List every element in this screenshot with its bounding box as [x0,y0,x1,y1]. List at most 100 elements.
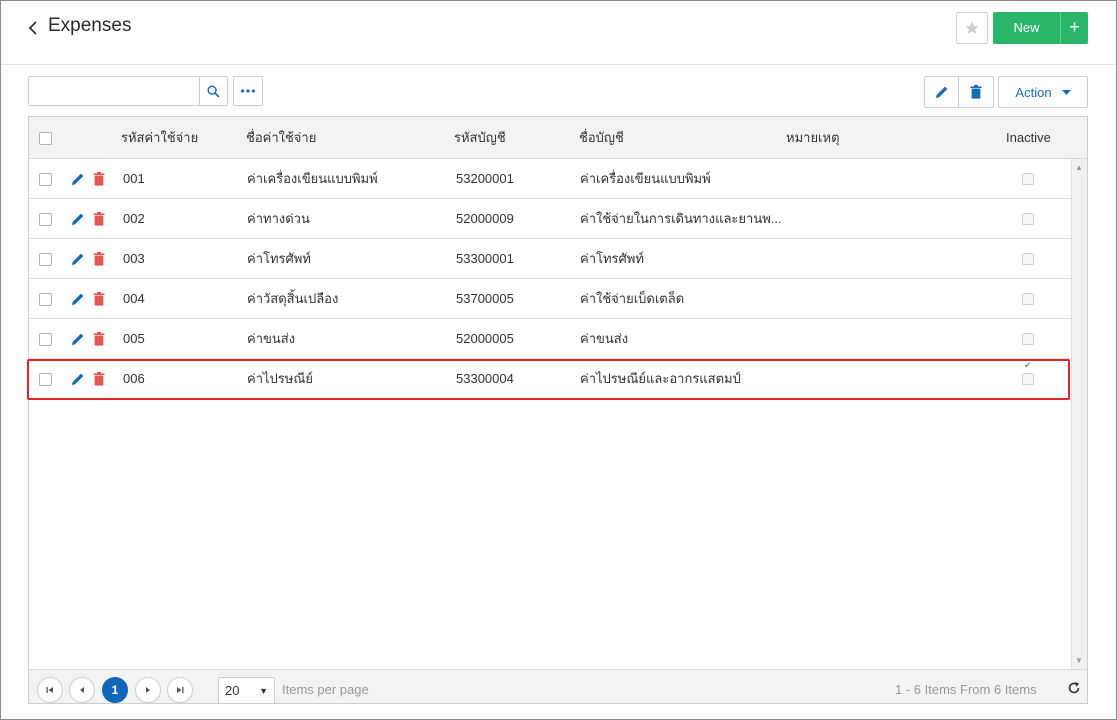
last-page-button[interactable] [167,677,193,703]
cell-name: ค่าทางด่วน [247,211,310,226]
table-row[interactable]: 004 ค่าวัสดุสิ้นเปลือง 53700005 ค่าใช้จ่… [29,279,1071,319]
pencil-icon[interactable] [71,292,85,306]
cell-account-code: 52000009 [456,211,514,226]
pager: 1 20 ▼ Items per page 1 - 6 Items From 6… [29,669,1087,704]
vertical-scrollbar[interactable]: ▲ ▼ [1071,159,1087,669]
scroll-up-arrow[interactable]: ▲ [1075,163,1083,172]
prev-page-button[interactable] [69,677,95,703]
table-row[interactable]: 001 ค่าเครื่องเขียนแบบพิมพ์ 53200001 ค่า… [29,159,1071,199]
pencil-icon[interactable] [71,212,85,226]
trash-icon[interactable] [93,292,105,306]
cell-code: 002 [123,211,145,226]
cell-code: 001 [123,171,145,186]
grid-header: รหัสค่าใช้จ่าย ชื่อค่าใช้จ่าย รหัสบัญชี … [29,117,1087,159]
column-header-account-code[interactable]: รหัสบัญชี [454,117,506,159]
trash-icon [970,85,982,99]
star-icon [965,21,979,34]
favorite-button[interactable] [956,12,988,44]
cell-account-code: 52000005 [456,331,514,346]
cell-name: ค่าโทรศัพท์ [247,251,311,266]
cell-name: ค่าเครื่องเขียนแบบพิมพ์ [247,171,378,186]
action-label: Action [1015,84,1052,100]
cell-code: 004 [123,291,145,306]
cell-account-code: 53200001 [456,171,514,186]
cell-name: ค่าไปรษณีย์ [247,371,314,386]
cell-account-name: ค่าไปรษณีย์และอากรแสตมป์ [580,371,741,386]
table-row[interactable]: 006 ค่าไปรษณีย์ 53300004 ค่าไปรษณีย์และอ… [29,359,1071,399]
search-box [28,76,228,106]
cell-account-code: 53300001 [456,251,514,266]
edit-button[interactable] [924,76,959,108]
prev-page-icon [80,687,84,693]
cell-account-name: ค่าใช้จ่ายในการเดินทางและยานพ... [580,211,782,226]
column-header-inactive[interactable]: Inactive [1006,117,1051,159]
table-row[interactable]: 002 ค่าทางด่วน 52000009 ค่าใช้จ่ายในการเ… [29,199,1071,239]
first-page-icon [46,687,53,693]
page-size-select[interactable]: 20 ▼ [218,677,275,704]
table-row[interactable]: 005 ค่าขนส่ง 52000005 ค่าขนส่ง [29,319,1071,359]
caret-down-icon [1061,89,1071,95]
trash-icon[interactable] [93,332,105,346]
more-icon [240,89,256,93]
search-input[interactable] [29,77,199,105]
row-checkbox[interactable] [39,253,52,266]
new-dropdown-plus[interactable]: + [1061,12,1088,44]
cell-account-code: 53300004 [456,371,514,386]
trash-icon[interactable] [93,372,105,386]
refresh-icon[interactable] [1067,681,1081,695]
new-button-label[interactable]: New [993,12,1061,44]
search-icon [207,84,220,97]
cell-name: ค่าวัสดุสิ้นเปลือง [247,291,339,306]
cell-account-name: ค่าใช้จ่ายเบ็ดเตล็ด [580,291,685,306]
cell-account-code: 53700005 [456,291,514,306]
trash-icon[interactable] [93,252,105,266]
cell-code: 005 [123,331,145,346]
cell-code: 006 [123,371,145,386]
cell-account-name: ค่าขนส่ง [580,331,629,346]
search-button[interactable] [199,77,227,105]
select-all-checkbox[interactable] [39,132,52,145]
cell-account-name: ค่าโทรศัพท์ [580,251,644,266]
column-header-note[interactable]: หมายเหตุ [786,117,840,159]
cell-code: 003 [123,251,145,266]
pencil-icon[interactable] [71,372,85,386]
delete-button[interactable] [958,76,994,108]
trash-icon[interactable] [93,172,105,186]
back-chevron-icon[interactable] [25,19,41,37]
page-number-button[interactable]: 1 [102,677,128,703]
cell-account-name: ค่าเครื่องเขียนแบบพิมพ์ [580,171,711,186]
column-header-code[interactable]: รหัสค่าใช้จ่าย [121,117,198,159]
items-count-info: 1 - 6 Items From 6 Items [895,682,1037,697]
inactive-checkbox [1022,213,1034,225]
grid-body: 001 ค่าเครื่องเขียนแบบพิมพ์ 53200001 ค่า… [27,159,1071,669]
pencil-icon [935,86,947,98]
next-page-button[interactable] [135,677,161,703]
row-checkbox[interactable] [39,373,52,386]
row-checkbox[interactable] [39,333,52,346]
items-per-page-label: Items per page [282,682,369,697]
action-dropdown[interactable]: Action [998,76,1088,108]
column-header-name[interactable]: ชื่อค่าใช้จ่าย [246,117,316,159]
row-checkbox[interactable] [39,173,52,186]
next-page-icon [146,687,150,693]
inactive-checkbox [1022,293,1034,305]
page-header: Expenses New + [1,1,1116,65]
inactive-checkbox [1022,360,1034,385]
inactive-checkbox [1022,253,1034,265]
pencil-icon[interactable] [71,172,85,186]
caret-down-icon: ▼ [259,685,268,696]
table-row[interactable]: 003 ค่าโทรศัพท์ 53300001 ค่าโทรศัพท์ [29,239,1071,279]
expenses-grid: รหัสค่าใช้จ่าย ชื่อค่าใช้จ่าย รหัสบัญชี … [27,116,1088,704]
inactive-checkbox [1022,333,1034,345]
row-checkbox[interactable] [39,293,52,306]
inactive-checkbox [1022,173,1034,185]
more-options-button[interactable] [233,76,263,106]
pencil-icon[interactable] [71,332,85,346]
new-button[interactable]: New + [993,12,1088,44]
scroll-down-arrow[interactable]: ▼ [1075,656,1083,665]
first-page-button[interactable] [37,677,63,703]
row-checkbox[interactable] [39,213,52,226]
column-header-account-name[interactable]: ชื่อบัญชี [579,117,624,159]
trash-icon[interactable] [93,212,105,226]
pencil-icon[interactable] [71,252,85,266]
